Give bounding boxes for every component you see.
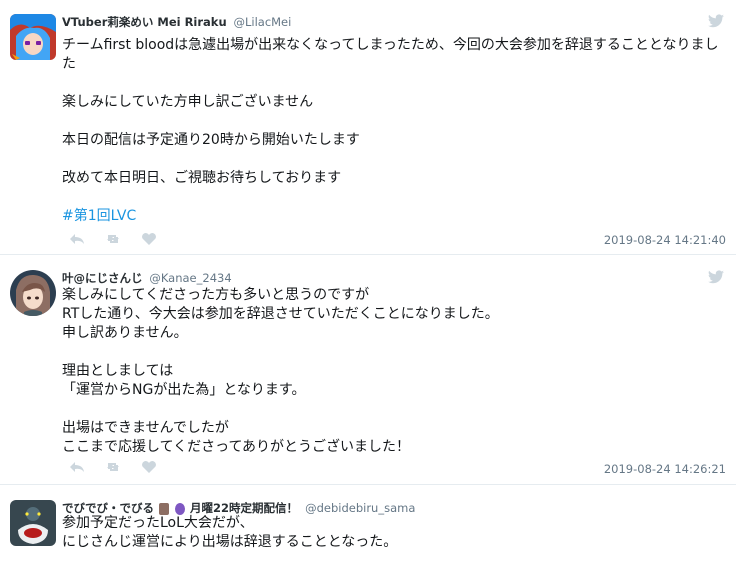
tweet-body: 参加予定だったLoL大会だが、 にじさんじ運営により出場は辞退することとなった。 — [62, 515, 398, 550]
twitter-bird-icon — [708, 14, 724, 28]
hashtag-link[interactable]: #第1回LVC — [62, 207, 136, 226]
avatar-dark-creature-icon — [10, 500, 56, 546]
tweet-body: チームfirst bloodは急遽出場が出来なくなってしまったため、今回の大会参… — [62, 37, 719, 186]
devil-emoji-icon — [175, 502, 186, 515]
tweet-header: 叶@にじさんじ @Kanae_2434 — [62, 270, 232, 286]
tweet-actions — [68, 232, 158, 246]
tweet-card: でびでび・でびる 月曜22時定期配信！ @debidebiru_sama 参加予… — [0, 486, 736, 566]
book-emoji-icon — [159, 502, 170, 515]
avatar[interactable] — [10, 500, 56, 546]
avatar-blue-hair-icon — [10, 14, 56, 60]
author-handle[interactable]: @Kanae_2434 — [149, 271, 231, 285]
tweet-card: 叶@にじさんじ @Kanae_2434 楽しみにしてくださった方も多いと思うので… — [0, 256, 736, 485]
author-name[interactable]: でびでび・でびる 月曜22時定期配信！ — [62, 501, 302, 515]
like-icon[interactable] — [140, 460, 158, 474]
twitter-bird-icon — [708, 270, 724, 284]
retweet-icon[interactable] — [104, 460, 122, 474]
author-name[interactable]: VTuber莉楽めい Mei Riraku — [62, 15, 227, 29]
avatar-brown-hair-icon — [10, 270, 56, 316]
tweet-card: VTuber莉楽めい Mei Riraku @LilacMei チームfirst… — [0, 0, 736, 255]
tweet-timestamp[interactable]: 2019-08-24 14:21:40 — [604, 233, 726, 247]
author-handle[interactable]: @debidebiru_sama — [305, 501, 415, 515]
reply-icon[interactable] — [68, 232, 86, 246]
like-icon[interactable] — [140, 232, 158, 246]
reply-icon[interactable] — [68, 460, 86, 474]
tweet-actions — [68, 460, 158, 474]
tweet-header: VTuber莉楽めい Mei Riraku @LilacMei — [62, 14, 291, 30]
author-name-suffix: 月曜22時定期配信！ — [190, 501, 299, 515]
author-name-prefix: でびでび・でびる — [62, 501, 154, 515]
tweet-timeline: VTuber莉楽めい Mei Riraku @LilacMei チームfirst… — [0, 0, 738, 566]
retweet-icon[interactable] — [104, 232, 122, 246]
avatar[interactable] — [10, 14, 56, 60]
avatar[interactable] — [10, 270, 56, 316]
tweet-body: 楽しみにしてくださった方も多いと思うのですが RTした通り、今大会は参加を辞退さ… — [62, 287, 499, 455]
author-handle[interactable]: @LilacMei — [233, 15, 291, 29]
tweet-timestamp[interactable]: 2019-08-24 14:26:21 — [604, 462, 726, 476]
author-name[interactable]: 叶@にじさんじ — [62, 271, 143, 285]
